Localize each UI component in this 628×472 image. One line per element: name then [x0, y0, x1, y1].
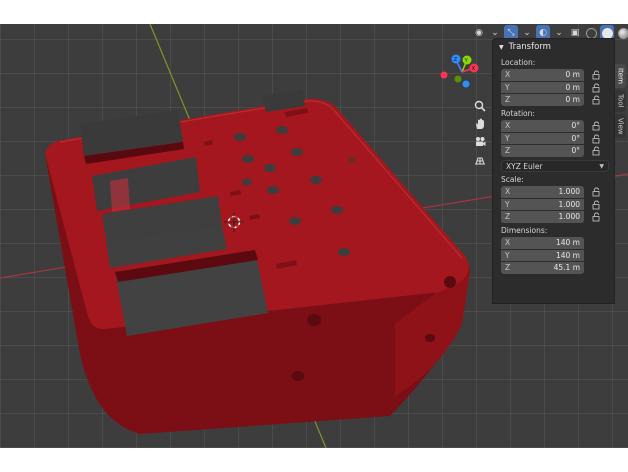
gizmo-y-label: Y: [464, 58, 469, 64]
transform-panel-header[interactable]: ▼ Transform: [493, 39, 614, 55]
gizmo-neg-y-axis: [454, 75, 462, 83]
scale-z-row: Z 1.000: [501, 211, 614, 223]
visibility-icon[interactable]: ◉: [472, 25, 486, 41]
rotation-label: Rotation:: [501, 109, 535, 118]
scale-z-field[interactable]: Z 1.000: [501, 211, 584, 223]
dimensions-label: Dimensions:: [501, 226, 548, 235]
location-z-field[interactable]: Z0 m: [501, 94, 584, 106]
rotation-z-row: Z 0°: [501, 145, 614, 157]
dimensions-x-row: X 140 m: [501, 237, 614, 249]
lock-icon[interactable]: [591, 146, 601, 156]
rotation-x-field[interactable]: X 0°: [501, 120, 584, 132]
rotation-y-field[interactable]: Y 0°: [501, 132, 584, 144]
rotation-z-field[interactable]: Z 0°: [501, 145, 584, 157]
rotation-mode-dropdown[interactable]: XYZ Euler ▼: [501, 160, 609, 172]
lock-icon[interactable]: [591, 95, 601, 105]
location-y-row: Y0 m: [501, 81, 614, 94]
dimensions-x-field[interactable]: X 140 m: [501, 237, 584, 249]
tab-item[interactable]: Item: [615, 64, 626, 88]
sidebar-tabs: Item Tool View: [615, 64, 628, 140]
location-y-field[interactable]: Y0 m: [501, 81, 584, 93]
scale-label: Scale:: [501, 175, 524, 184]
gizmo-neg-x-axis: [440, 71, 448, 79]
lock-icon[interactable]: [591, 121, 601, 131]
gizmo-neg-z-axis: [462, 80, 470, 88]
gizmo-x-label: X: [472, 66, 476, 72]
lock-icon[interactable]: [591, 187, 601, 197]
material-shading-icon[interactable]: [616, 25, 628, 41]
gizmo-z-label: Z: [454, 57, 458, 63]
rotation-x-row: X 0°: [501, 120, 614, 132]
tab-view[interactable]: View: [615, 114, 626, 138]
scale-y-field[interactable]: Y 1.000: [501, 198, 584, 210]
zoom-icon[interactable]: [472, 98, 488, 114]
hand-icon[interactable]: [472, 116, 488, 132]
chevron-down-icon: ▼: [599, 162, 604, 170]
location-z-row: Z0 m: [501, 94, 614, 106]
lock-icon[interactable]: [591, 134, 601, 144]
location-label: Location:: [501, 58, 536, 67]
scale-y-row: Y 1.000: [501, 198, 614, 211]
lock-icon[interactable]: [591, 200, 601, 210]
rotation-mode-value: XYZ Euler: [506, 161, 543, 171]
sidebar-transform-panel: ▼ Transform Location: X0 m Y0 m Z0 m Rot…: [492, 38, 615, 304]
lock-icon[interactable]: [591, 83, 601, 93]
dimensions-y-field[interactable]: Y 140 m: [501, 249, 584, 261]
scale-x-field[interactable]: X 1.000: [501, 186, 584, 198]
3d-viewport[interactable]: Y Z X ◉ ⌄ ⤡ ⌄ ◐ ⌄ ▣ ⌄ ▼ Transform Locati…: [0, 24, 628, 448]
lock-icon[interactable]: [591, 70, 601, 80]
tab-tool[interactable]: Tool: [615, 90, 626, 112]
location-x-field[interactable]: X0 m: [501, 69, 584, 81]
dimensions-z-field[interactable]: Z 45.1 m: [501, 262, 584, 274]
grid-icon[interactable]: [472, 152, 488, 168]
camera-icon[interactable]: [472, 134, 488, 150]
scale-x-row: X 1.000: [501, 186, 614, 198]
dimensions-y-row: Y 140 m: [501, 249, 614, 262]
location-x-row: X0 m: [501, 69, 614, 81]
rotation-y-row: Y 0°: [501, 132, 614, 145]
red-box-model: [45, 90, 470, 434]
transform-title: Transform: [508, 42, 551, 52]
dimensions-z-row: Z 45.1 m: [501, 262, 614, 274]
collapse-triangle-icon[interactable]: ▼: [499, 44, 504, 51]
lock-icon[interactable]: [591, 212, 601, 222]
